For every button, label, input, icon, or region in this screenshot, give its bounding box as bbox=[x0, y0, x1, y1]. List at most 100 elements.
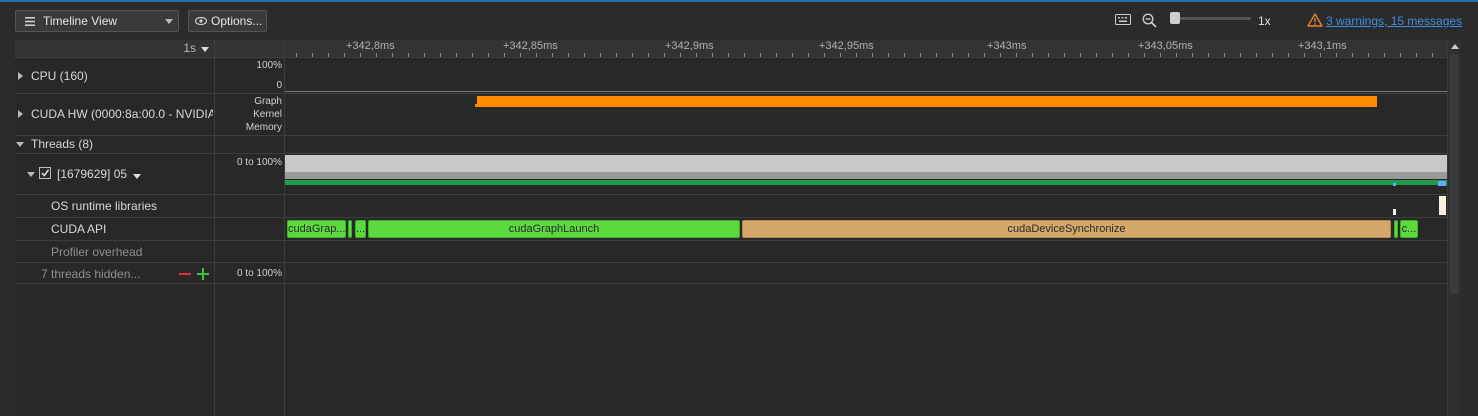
warnings-link[interactable]: 3 warnings, 15 messages bbox=[1326, 14, 1462, 28]
ruler-minor-tick bbox=[440, 53, 441, 57]
view-dropdown[interactable]: Timeline View bbox=[15, 10, 179, 32]
window-top-accent bbox=[0, 0, 1478, 2]
ruler-minor-tick bbox=[680, 53, 681, 57]
chevron-down-icon bbox=[201, 47, 209, 52]
ruler-minor-tick bbox=[472, 53, 473, 57]
ruler-minor-tick bbox=[792, 53, 793, 57]
ruler-tick-label: +343ms bbox=[987, 40, 1027, 52]
zoom-slider-handle[interactable] bbox=[1170, 12, 1180, 24]
cuda-api-range[interactable]: cudaGrap... bbox=[287, 220, 346, 238]
time-scale-header[interactable]: 1s bbox=[15, 40, 214, 58]
chevron-down-icon[interactable] bbox=[133, 174, 141, 179]
keyboard-icon[interactable] bbox=[1115, 14, 1131, 26]
ruler-minor-tick bbox=[488, 53, 489, 57]
cuda-api-range[interactable] bbox=[348, 220, 352, 238]
vertical-scrollbar[interactable] bbox=[1447, 40, 1461, 416]
ruler-minor-tick bbox=[328, 53, 329, 57]
thread-cpu-usage-lower bbox=[285, 172, 1447, 179]
cuda-graph-bar[interactable] bbox=[477, 96, 1377, 107]
ruler-minor-tick bbox=[568, 53, 569, 57]
ruler-minor-tick bbox=[1304, 53, 1305, 57]
row-divider bbox=[15, 93, 1447, 94]
collapse-arrow-icon[interactable] bbox=[16, 142, 24, 147]
ruler-minor-tick bbox=[952, 53, 953, 57]
os-runtime-event[interactable] bbox=[1393, 209, 1396, 215]
ruler-minor-tick bbox=[888, 53, 889, 57]
row-label-cuda-hw[interactable]: CUDA HW (0000:8a:00.0 - NVIDIA I bbox=[31, 107, 213, 121]
ruler-minor-tick bbox=[360, 53, 361, 57]
options-button[interactable]: Options... bbox=[188, 10, 267, 32]
ruler-minor-tick bbox=[1288, 53, 1289, 57]
os-runtime-event[interactable] bbox=[1439, 196, 1446, 215]
cuda-api-range[interactable]: ... bbox=[355, 220, 366, 238]
ruler-tick-label: +342,85ms bbox=[503, 40, 558, 52]
row-divider bbox=[15, 153, 1447, 154]
row-label-thread[interactable]: [1679629] 05 bbox=[57, 167, 127, 181]
checkmark-icon bbox=[41, 169, 50, 177]
thread-state-marker bbox=[1438, 181, 1446, 186]
ruler-minor-tick bbox=[1352, 53, 1353, 57]
ruler-minor-tick bbox=[824, 53, 825, 57]
cuda-api-range[interactable]: c... bbox=[1400, 220, 1418, 238]
ruler-minor-tick bbox=[696, 53, 697, 57]
ruler-minor-tick bbox=[1368, 53, 1369, 57]
ruler-tick-label: +343,05ms bbox=[1138, 40, 1193, 52]
ruler-minor-tick bbox=[1080, 53, 1081, 57]
ruler-minor-tick bbox=[1064, 53, 1065, 57]
thread-checkbox[interactable] bbox=[39, 167, 51, 179]
ruler-minor-tick bbox=[1224, 53, 1225, 57]
ruler-minor-tick bbox=[920, 53, 921, 57]
ruler-minor-tick bbox=[1272, 53, 1273, 57]
cuda-graph-bar-tick bbox=[475, 104, 477, 107]
row-label-profiler-overhead[interactable]: Profiler overhead bbox=[51, 245, 142, 259]
ruler-minor-tick bbox=[1128, 53, 1129, 57]
ruler-minor-tick bbox=[1176, 53, 1177, 57]
ruler-minor-tick bbox=[1192, 53, 1193, 57]
hidden-threads-label[interactable]: 7 threads hidden... bbox=[41, 267, 140, 281]
ruler-minor-tick bbox=[1160, 53, 1161, 57]
add-icon[interactable] bbox=[197, 268, 209, 280]
ruler-minor-tick bbox=[1016, 53, 1017, 57]
row-labels-panel bbox=[15, 40, 215, 416]
ruler-minor-tick bbox=[1000, 53, 1001, 57]
ruler-tick-label: +342,8ms bbox=[346, 40, 395, 52]
ruler-minor-tick bbox=[1416, 53, 1417, 57]
row-label-cpu[interactable]: CPU (160) bbox=[31, 69, 88, 83]
scrollbar-thumb[interactable] bbox=[1450, 54, 1459, 294]
ruler-minor-tick bbox=[744, 53, 745, 57]
ruler-minor-tick bbox=[936, 53, 937, 57]
zoom-slider-track[interactable] bbox=[1172, 17, 1251, 20]
ruler-minor-tick bbox=[392, 53, 393, 57]
row-label-threads[interactable]: Threads (8) bbox=[31, 137, 93, 151]
ruler-minor-tick bbox=[1144, 53, 1145, 57]
scroll-up-icon[interactable] bbox=[1451, 44, 1459, 49]
ruler-minor-tick bbox=[632, 53, 633, 57]
ruler-minor-tick bbox=[456, 53, 457, 57]
cuda-api-range[interactable]: cudaDeviceSynchronize bbox=[742, 220, 1391, 238]
ruler-tick-label: +342,95ms bbox=[819, 40, 874, 52]
ruler-tick-label: +343,1ms bbox=[1298, 40, 1347, 52]
ruler-minor-tick bbox=[1336, 53, 1337, 57]
row-label-os-runtime[interactable]: OS runtime libraries bbox=[51, 199, 157, 213]
remove-icon[interactable] bbox=[179, 273, 191, 275]
ruler-minor-tick bbox=[984, 53, 985, 57]
expand-arrow-icon[interactable] bbox=[18, 72, 23, 80]
ruler-minor-tick bbox=[1048, 53, 1049, 57]
ruler-minor-tick bbox=[552, 53, 553, 57]
ruler-minor-tick bbox=[1432, 53, 1433, 57]
zoom-out-icon[interactable] bbox=[1142, 13, 1157, 28]
cuda-hw-kernel-label: Kernel bbox=[253, 109, 282, 120]
thread-cpu-usage bbox=[285, 155, 1447, 172]
collapse-arrow-icon[interactable] bbox=[27, 172, 35, 177]
ruler-minor-tick bbox=[664, 53, 665, 57]
time-scale-label: 1s bbox=[183, 41, 196, 55]
cuda-api-range[interactable]: cudaGraphLaunch bbox=[368, 220, 740, 238]
view-dropdown-label: Timeline View bbox=[43, 14, 118, 28]
ruler-tick-label: +342,9ms bbox=[665, 40, 714, 52]
row-label-cuda-api[interactable]: CUDA API bbox=[51, 222, 106, 236]
ruler-minor-tick bbox=[1240, 53, 1241, 57]
expand-arrow-icon[interactable] bbox=[18, 110, 23, 118]
ruler-minor-tick bbox=[504, 53, 505, 57]
cuda-api-range[interactable] bbox=[1394, 220, 1398, 238]
hamburger-icon bbox=[25, 16, 35, 26]
